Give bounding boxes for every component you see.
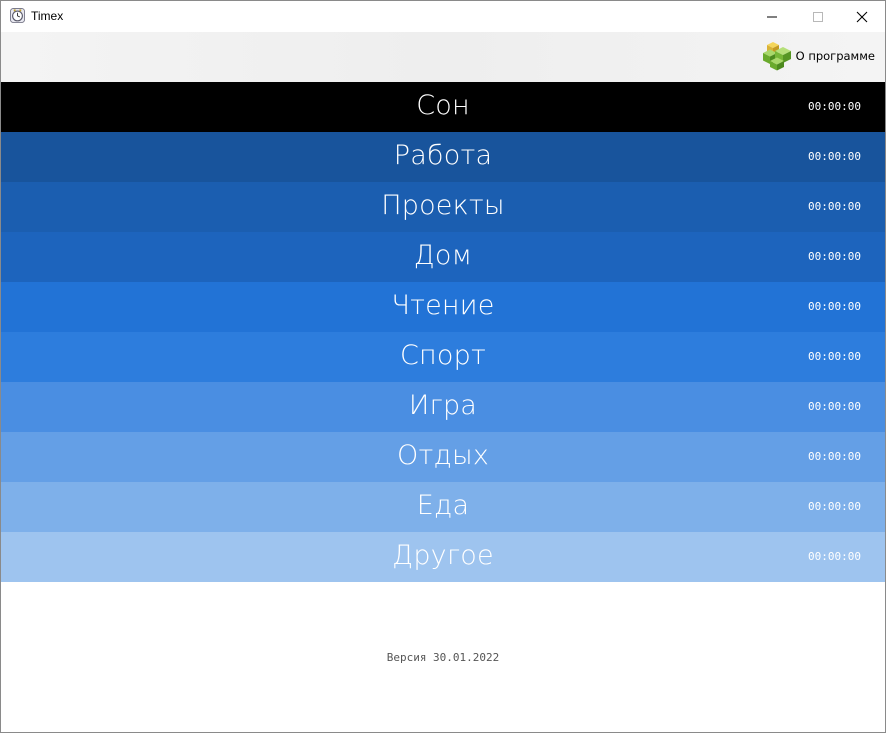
maximize-icon [813,11,823,22]
activity-name: Проекты [381,190,505,221]
activity-row[interactable]: Игра 00:00:00 [1,382,885,432]
minimize-icon [767,16,777,17]
activity-row[interactable]: Другое 00:00:00 [1,532,885,582]
activity-row[interactable]: Работа 00:00:00 [1,132,885,182]
activity-name: Дом [413,240,473,271]
cubes-icon [762,42,791,71]
minimize-button[interactable] [749,1,795,32]
activity-timer: 00:00:00 [808,250,861,263]
activity-timer: 00:00:00 [808,500,861,513]
activity-timer: 00:00:00 [808,300,861,313]
activity-timer: 00:00:00 [808,150,861,163]
activity-name: Работа [393,140,493,171]
activity-name: Другое [392,540,494,571]
activity-name: Чтение [391,290,495,321]
activity-row[interactable]: Отдых 00:00:00 [1,432,885,482]
activity-name: Спорт [400,340,486,371]
activity-list: Сон 00:00:00 Работа 00:00:00 Проекты 00:00:00… [1,82,885,582]
title-bar[interactable]: Timex [1,1,885,32]
activity-timer: 00:00:00 [808,200,861,213]
maximize-button[interactable] [795,1,841,32]
activity-timer: 00:00:00 [808,450,861,463]
activity-name: Отдых [397,440,489,471]
activity-row[interactable]: Чтение 00:00:00 [1,282,885,332]
window-title: Timex [31,9,64,23]
clock-icon [10,8,25,23]
activity-timer: 00:00:00 [808,400,861,413]
app-window: Timex О программе Сон 00:00:00 Работа 00… [0,0,886,733]
close-button[interactable] [839,1,885,32]
activity-row[interactable]: Сон 00:00:00 [1,82,885,132]
activity-name: Еда [416,490,470,521]
activity-timer: 00:00:00 [808,350,861,363]
toolbar: О программе [1,32,885,82]
activity-timer: 00:00:00 [808,550,861,563]
activity-timer: 00:00:00 [808,100,861,113]
activity-row[interactable]: Еда 00:00:00 [1,482,885,532]
version-label: Версия 30.01.2022 [386,651,500,664]
activity-row[interactable]: Дом 00:00:00 [1,232,885,282]
activity-row[interactable]: Спорт 00:00:00 [1,332,885,382]
about-button[interactable]: О программе [761,41,875,71]
close-icon [856,11,868,22]
activity-row[interactable]: Проекты 00:00:00 [1,182,885,232]
activity-name: Игра [408,390,478,421]
activity-name: Сон [416,90,470,121]
about-label: О программе [795,49,875,63]
